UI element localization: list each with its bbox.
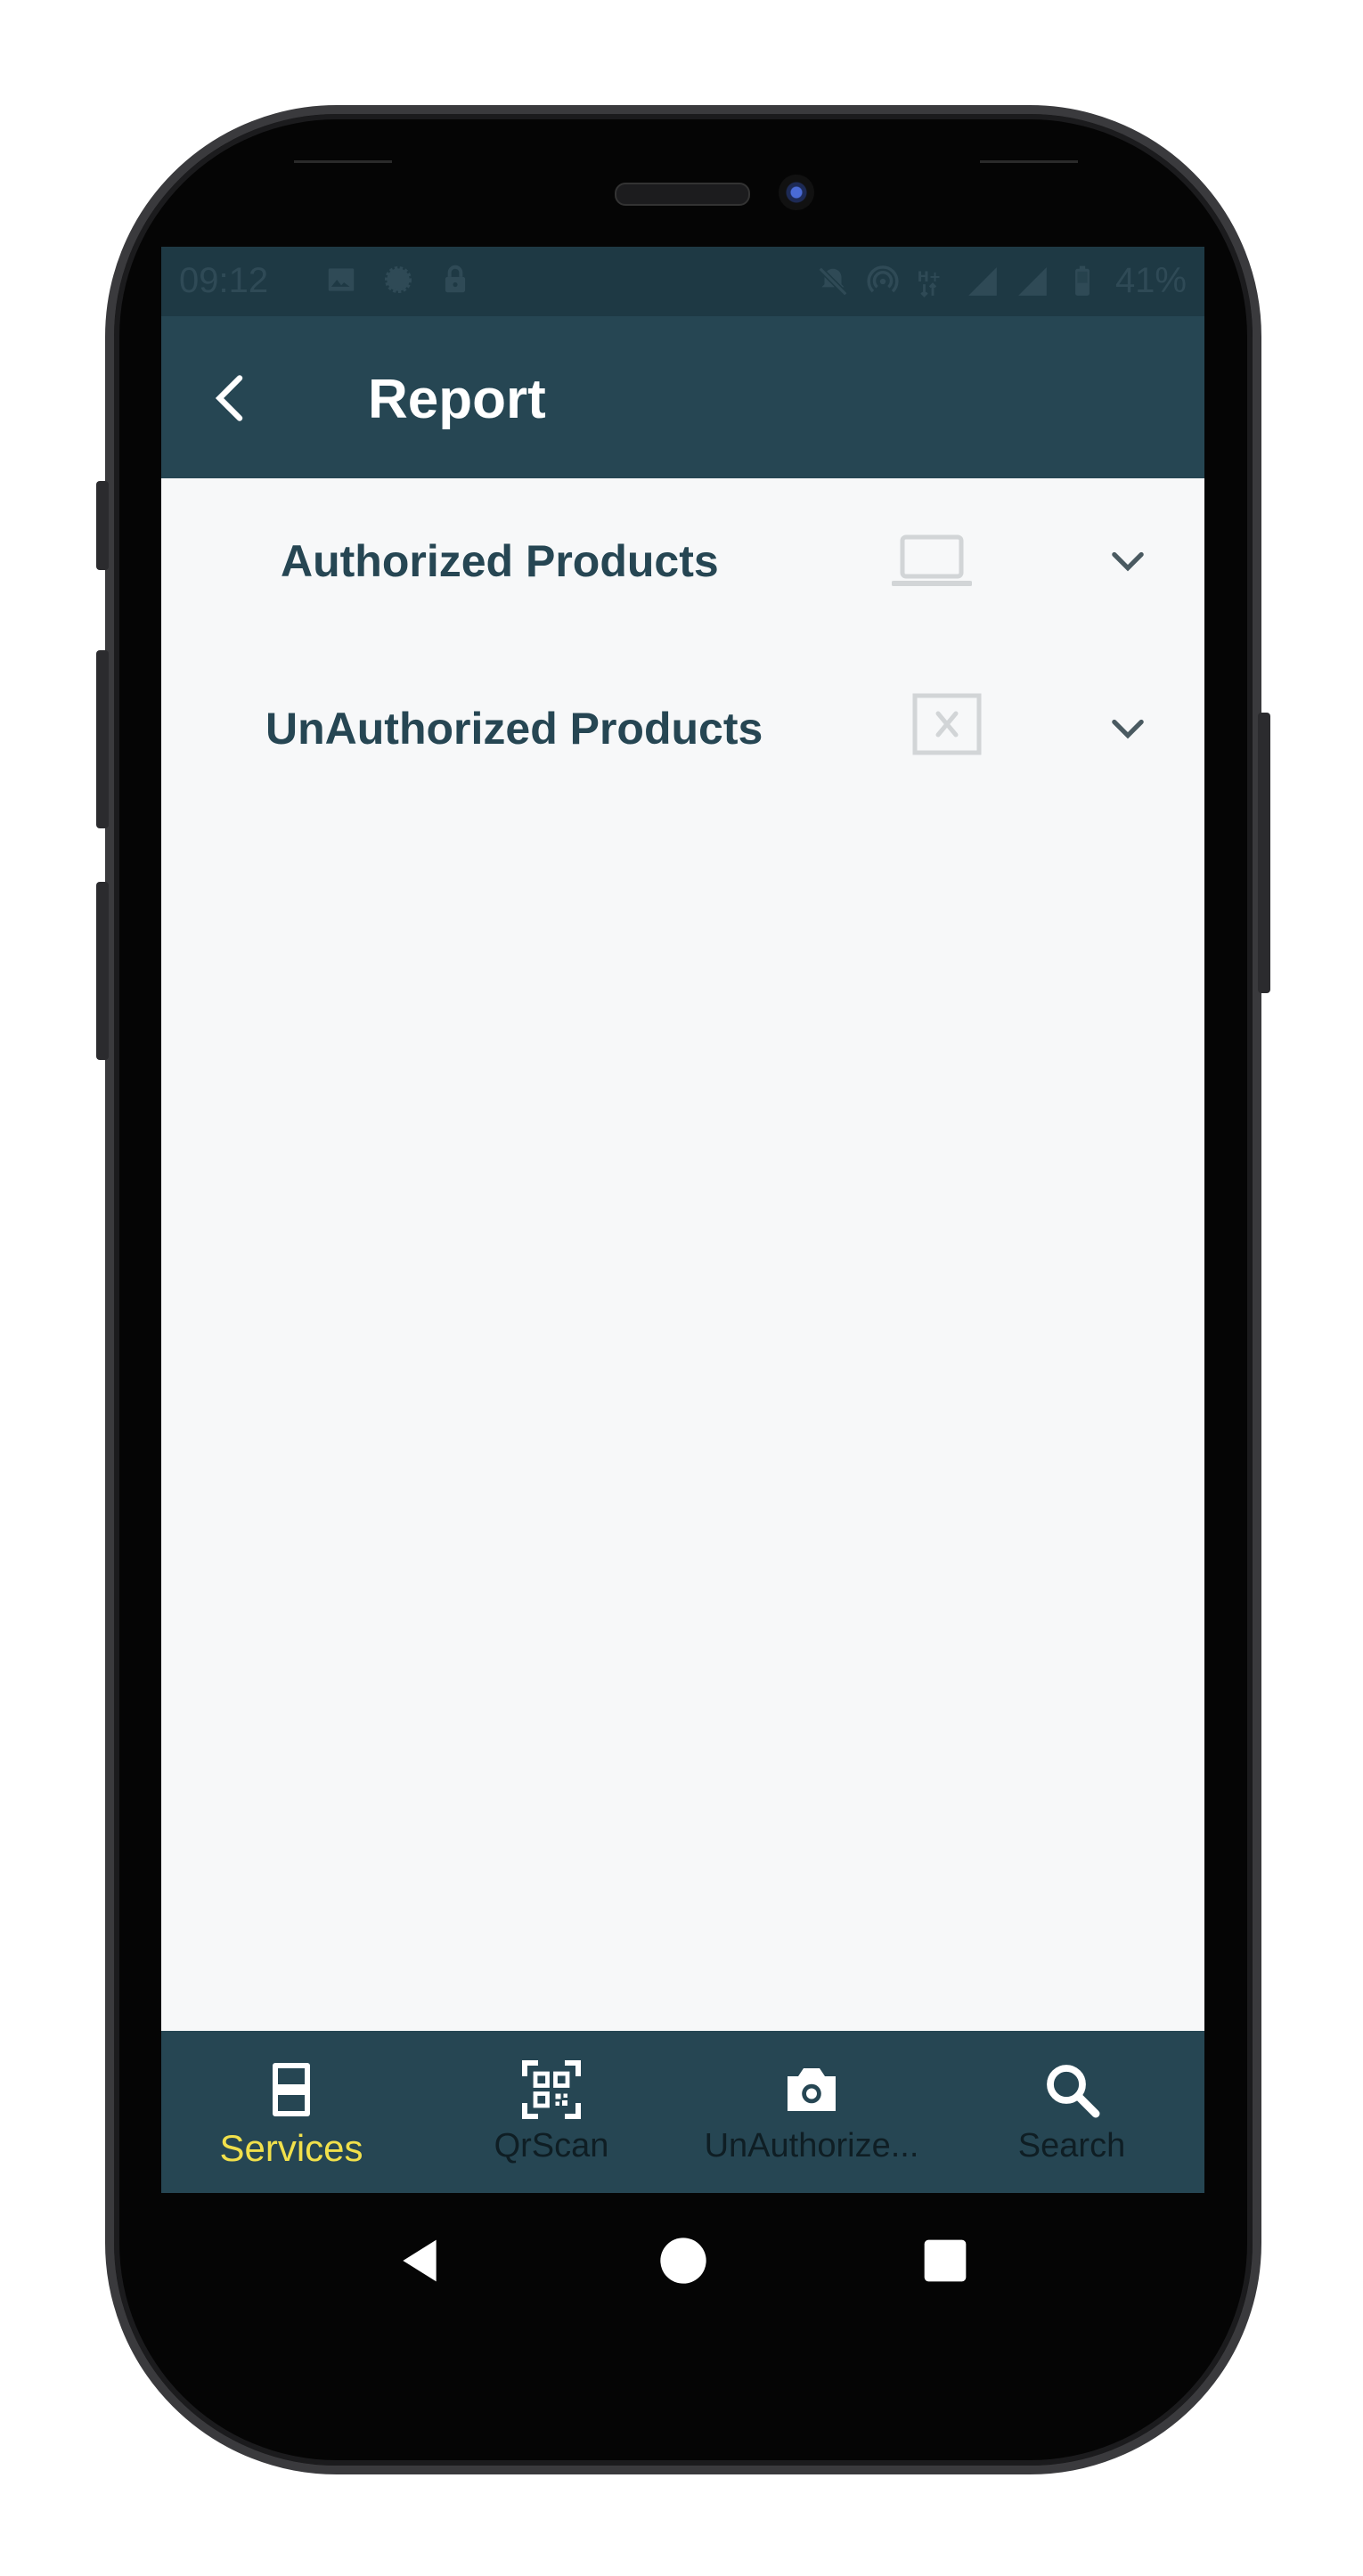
front-camera xyxy=(779,175,814,210)
list-item-unauthorized-products[interactable]: UnAuthorized Products xyxy=(161,646,1204,806)
hplus-network-icon: H+ xyxy=(918,268,942,298)
system-recents-icon[interactable] xyxy=(920,2236,970,2286)
frame-detail xyxy=(980,160,1078,163)
services-icon xyxy=(273,2063,310,2116)
status-right: H+ 41% xyxy=(816,261,1187,301)
list-item-authorized-products[interactable]: Authorized Products xyxy=(161,478,1204,639)
tab-search[interactable]: Search xyxy=(942,2031,1202,2193)
app-bar: Report xyxy=(161,316,1204,478)
tab-label: QrScan xyxy=(494,2127,609,2164)
earpiece-speaker xyxy=(615,183,750,206)
image-icon xyxy=(328,268,355,291)
list-item-label: Authorized Products xyxy=(281,536,719,586)
qr-code-icon xyxy=(522,2060,581,2119)
lock-icon xyxy=(445,265,466,293)
back-button[interactable] xyxy=(195,363,266,434)
volume-up-button xyxy=(96,650,109,828)
page-title: Report xyxy=(368,369,546,430)
power-button xyxy=(1258,713,1270,993)
notifications-off-icon xyxy=(818,266,848,296)
system-navigation-bar xyxy=(161,2193,1204,2327)
signal-app-icon xyxy=(384,265,412,294)
status-left-icons xyxy=(324,263,472,297)
status-bar: 09:12 H+ 41% xyxy=(161,247,1204,316)
cell-signal-icon xyxy=(1018,266,1047,296)
battery-icon xyxy=(1075,265,1090,296)
laptop-icon xyxy=(892,534,972,586)
volume-down-button xyxy=(96,882,109,1060)
battery-percent: 41% xyxy=(1114,261,1187,300)
tab-label: UnAuthorize... xyxy=(704,2127,919,2164)
screen: 09:12 H+ 41% Report Authorized Products xyxy=(161,247,1204,2193)
system-back-icon[interactable] xyxy=(395,2236,445,2286)
svg-text:H+: H+ xyxy=(918,268,942,285)
bottom-navigation: Services QrScan UnAuthorize... Search xyxy=(161,2031,1204,2193)
list-item-label: UnAuthorized Products xyxy=(265,704,763,754)
broken-image-icon xyxy=(912,693,982,755)
status-time: 09:12 xyxy=(179,261,269,300)
frame-detail xyxy=(294,160,392,163)
hotspot-icon xyxy=(867,265,899,292)
chevron-down-icon[interactable] xyxy=(1105,537,1151,583)
system-home-icon[interactable] xyxy=(658,2236,708,2286)
side-button xyxy=(96,481,109,570)
tab-services[interactable]: Services xyxy=(161,2031,421,2193)
tab-unauthorized[interactable]: UnAuthorize... xyxy=(682,2031,942,2193)
chevron-left-icon xyxy=(215,375,243,421)
tab-label: Search xyxy=(1017,2127,1126,2164)
chevron-down-icon[interactable] xyxy=(1105,705,1151,751)
camera-icon xyxy=(788,2068,836,2111)
tab-qrscan[interactable]: QrScan xyxy=(421,2031,682,2193)
tab-label: Services xyxy=(219,2127,363,2169)
search-icon xyxy=(1047,2065,1100,2118)
cell-signal-icon xyxy=(968,266,997,296)
